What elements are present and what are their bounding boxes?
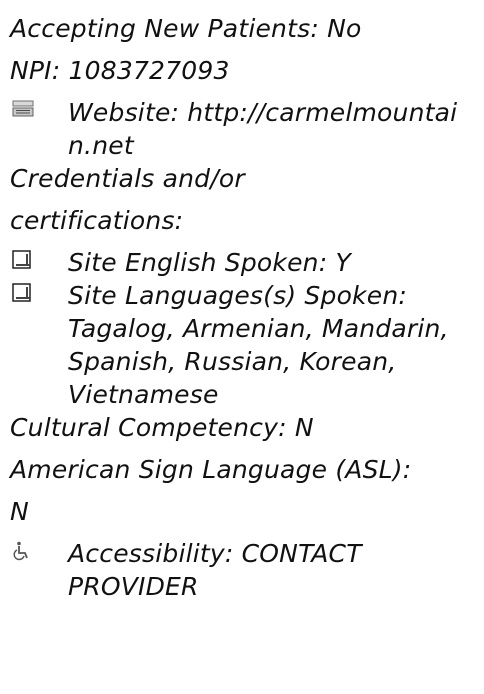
- asl-label: American Sign Language (ASL):: [10, 455, 412, 484]
- english-spoken-text: Site English Spoken: Y: [68, 248, 351, 277]
- provider-details: Accepting New Patients: No NPI: 10837270…: [0, 0, 484, 694]
- website-row[interactable]: Website: http://carmelmountain.net: [10, 96, 484, 162]
- checkbox-icon: [10, 246, 68, 279]
- asl-value: N: [10, 497, 29, 526]
- credentials-label-line2: certifications:: [10, 206, 184, 235]
- website-link[interactable]: Website: http://carmelmountain.net: [68, 96, 484, 162]
- cultural-competency: Cultural Competency: N: [10, 413, 314, 442]
- languages-spoken-text: Site Languages(s) Spoken: Tagalog, Armen…: [68, 281, 449, 409]
- accepting-new-patients: Accepting New Patients: No: [10, 14, 362, 43]
- npi-number: NPI: 1083727093: [10, 56, 230, 85]
- accessibility-row: Accessibility: CONTACT PROVIDER: [10, 537, 484, 603]
- keyboard-icon: [10, 96, 68, 129]
- checkbox-icon: [10, 279, 68, 312]
- credentials-label-line1: Credentials and/or: [10, 164, 245, 193]
- english-spoken-row: Site English Spoken: Y: [10, 246, 484, 279]
- wheelchair-icon: [10, 537, 68, 570]
- languages-spoken-row: Site Languages(s) Spoken: Tagalog, Armen…: [10, 279, 484, 411]
- accessibility-text: Accessibility: CONTACT PROVIDER: [68, 539, 362, 601]
